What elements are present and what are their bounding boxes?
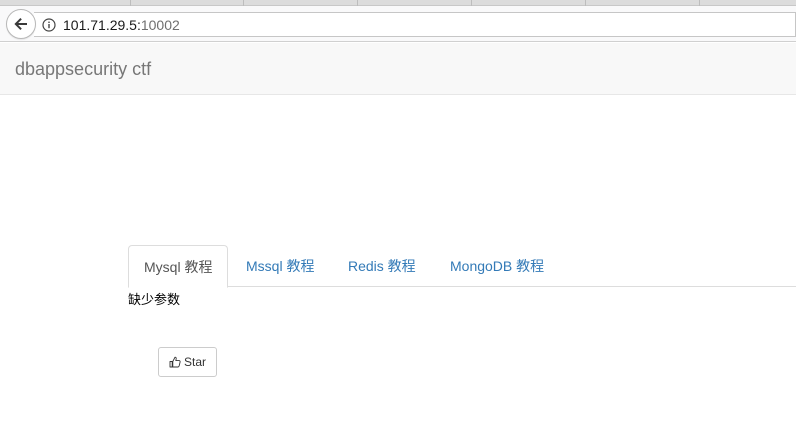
tab-list: Mysql 教程 Mssql 教程 Redis 教程 MongoDB 教程 xyxy=(128,245,796,288)
url-host: 101.71.29.5: xyxy=(63,16,141,33)
url-port: 10002 xyxy=(140,16,180,33)
tab-label: MongoDB 教程 xyxy=(450,258,545,274)
tab-label: Mssql 教程 xyxy=(246,258,315,274)
back-button[interactable] xyxy=(6,9,36,39)
info-icon[interactable] xyxy=(42,17,56,32)
tab-mysql[interactable]: Mysql 教程 xyxy=(128,245,229,288)
navbar-brand[interactable]: dbappsecurity ctf xyxy=(15,59,151,80)
missing-parameter-message: 缺少参数 xyxy=(128,292,181,307)
navbar: dbappsecurity ctf xyxy=(0,43,796,95)
arrow-left-icon xyxy=(14,18,27,30)
tab-label: Redis 教程 xyxy=(348,258,416,274)
star-button[interactable]: Star xyxy=(158,347,217,377)
thumbs-up-icon xyxy=(169,356,181,368)
address-bar[interactable]: 101.71.29.5:10002 xyxy=(34,12,796,37)
url-text: 101.71.29.5:10002 xyxy=(63,17,180,33)
tab-mongodb[interactable]: MongoDB 教程 xyxy=(435,245,559,287)
tab-label: Mysql 教程 xyxy=(144,258,213,275)
star-label: Star xyxy=(183,355,206,369)
browser-toolbar: 101.71.29.5:10002 xyxy=(0,6,796,42)
tab-mssql[interactable]: Mssql 教程 xyxy=(231,245,329,287)
tab-redis[interactable]: Redis 教程 xyxy=(333,245,431,287)
